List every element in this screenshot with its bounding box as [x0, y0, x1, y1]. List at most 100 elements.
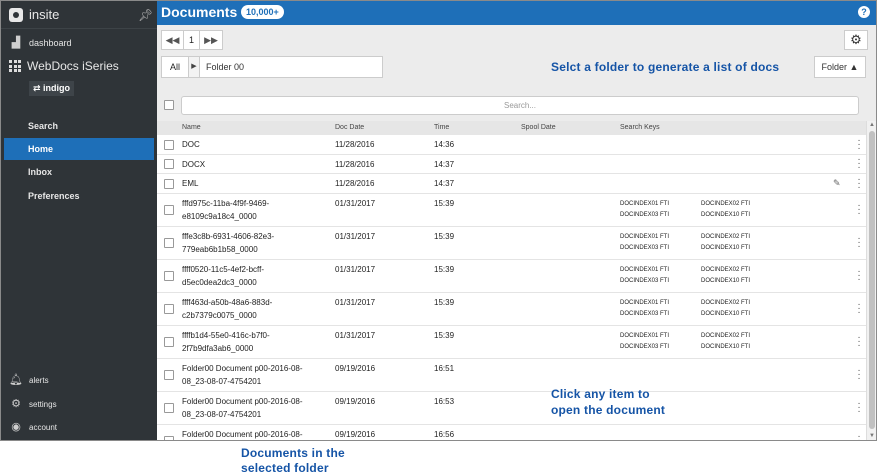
document-name: 08_23-08-07-4754201	[182, 441, 261, 442]
sidebar-item-label: dashboard	[29, 38, 72, 48]
sidebar: insite 📌︎ ▟ dashboard WebDocs iSeries ⇄ …	[1, 1, 157, 440]
row-menu-icon[interactable]: ···	[856, 135, 862, 153]
search-input[interactable]: Search...	[181, 96, 859, 115]
sidebar-item-account[interactable]: ◉ account	[1, 421, 57, 433]
row-checkbox[interactable]	[164, 238, 174, 248]
next-page-button[interactable]: ▶▶	[200, 31, 222, 49]
search-key: DOCINDEX03 FTI	[620, 244, 670, 251]
table-row[interactable]: fffd975c-11ba-4f9f-9469- e8109c9a18c4_000…	[157, 194, 866, 227]
sidebar-item-inbox[interactable]: Inbox	[4, 161, 154, 183]
row-menu-icon[interactable]: ···	[856, 432, 862, 441]
all-filter-button[interactable]: All	[161, 56, 189, 78]
sidebar-item-search[interactable]: Search	[4, 115, 154, 137]
table-row[interactable]: ffffb1d4-55e0-416c-b7f0- 2f7b9dfa3ab6_000…	[157, 326, 866, 359]
table-row[interactable]: Folder00 Document p00-2016-08- 08_23-08-0…	[157, 359, 866, 392]
help-icon[interactable]: ?	[858, 6, 870, 18]
table-row[interactable]: ffff0520-11c5-4ef2-bcff-d5ec0dea2dc3_000…	[157, 260, 866, 293]
row-checkbox[interactable]	[164, 139, 174, 150]
row-checkbox[interactable]	[164, 271, 174, 281]
doc-date: 09/19/2016	[335, 429, 376, 439]
row-menu-icon[interactable]: ···	[856, 300, 862, 318]
sidebar-app-webdocs[interactable]: WebDocs iSeries	[1, 59, 119, 73]
edit-icon[interactable]: ✎	[833, 178, 841, 189]
document-name: d5ec0dea2dc3_0000	[182, 277, 257, 287]
search-key: DOCINDEX01 FTI	[620, 233, 670, 240]
document-name: ffff463d-a50b-48a6-883d-	[182, 297, 273, 307]
user-icon: ◉	[11, 421, 21, 433]
search-key: DOCINDEX02 FTI	[701, 266, 751, 273]
column-header-time[interactable]: Time	[434, 124, 449, 131]
doc-date: 01/31/2017	[335, 297, 376, 307]
scroll-up-icon[interactable]: ▲	[869, 122, 875, 128]
row-checkbox[interactable]	[164, 436, 174, 440]
sidebar-item-alerts[interactable]: 🔔︎ alerts	[1, 374, 49, 386]
gear-icon: ⚙	[850, 32, 862, 47]
search-key: DOCINDEX02 FTI	[701, 299, 751, 306]
doc-date: 09/19/2016	[335, 396, 376, 406]
column-header-spool-date[interactable]: Spool Date	[521, 124, 556, 131]
previous-page-button[interactable]: ◀◀	[162, 31, 184, 49]
table-scrollbar[interactable]: ▲ ▼	[866, 121, 876, 440]
app-window: insite 📌︎ ▟ dashboard WebDocs iSeries ⇄ …	[0, 0, 877, 441]
documents-table: Name Doc Date Time Spool Date Search Key…	[157, 121, 866, 442]
search-key: DOCINDEX01 FTI	[620, 200, 670, 207]
table-row[interactable]: Folder00 Document p00-2016-08- 08_23-08-0…	[157, 392, 866, 425]
folder-path-field[interactable]: Folder 00	[199, 56, 383, 78]
row-menu-icon[interactable]: ···	[856, 267, 862, 285]
row-menu-icon[interactable]: ···	[856, 366, 862, 384]
row-checkbox[interactable]	[164, 304, 174, 314]
table-row[interactable]: DOC 11/28/2016 14:36 · · ·	[157, 135, 866, 155]
insite-logo-icon	[9, 7, 23, 22]
doc-date: 01/31/2017	[335, 264, 376, 274]
profile-switch-button[interactable]: ⇄ indigo	[29, 81, 75, 96]
column-header-name[interactable]: Name	[182, 124, 201, 131]
annotation-documents-line2: selected folder	[241, 461, 329, 475]
time: 15:39	[434, 297, 455, 307]
pin-icon[interactable]: 📌︎	[138, 8, 153, 22]
scrollbar-thumb[interactable]	[869, 131, 875, 429]
page-number: 1	[184, 31, 200, 49]
table-row[interactable]: Folder00 Document p00-2016-08- 08_23-08-0…	[157, 425, 866, 442]
gear-icon: ⚙	[11, 398, 21, 410]
page-header: Documents 10,000+ ?	[157, 1, 876, 25]
row-checkbox[interactable]	[164, 159, 174, 170]
table-row[interactable]: DOCX 11/28/2016 14:37 · · ·	[157, 155, 866, 174]
row-checkbox[interactable]	[164, 205, 174, 215]
table-row[interactable]: EML 11/28/2016 14:37 ✎ · · ·	[157, 174, 866, 194]
doc-date: 01/31/2017	[335, 231, 376, 241]
time: 15:39	[434, 198, 455, 208]
app-name: WebDocs iSeries	[27, 59, 119, 73]
table-row[interactable]: fffe3c8b-6931-4606-82e3- 779eab6b1b58_000…	[157, 227, 866, 260]
row-menu-icon[interactable]: ···	[856, 155, 862, 173]
time: 14:37	[434, 179, 455, 189]
doc-date: 11/28/2016	[335, 140, 375, 150]
row-checkbox[interactable]	[164, 370, 174, 380]
search-key: DOCINDEX10 FTI	[701, 343, 751, 350]
row-menu-icon[interactable]: ···	[856, 201, 862, 219]
document-name: DOCX	[182, 159, 206, 169]
sidebar-item-preferences[interactable]: Preferences	[4, 185, 154, 207]
row-checkbox[interactable]	[164, 337, 174, 347]
table-row[interactable]: ffff463d-a50b-48a6-883d-c2b7379c0075_000…	[157, 293, 866, 326]
sidebar-item-settings[interactable]: ⚙ settings	[1, 398, 57, 410]
sidebar-item-dashboard[interactable]: ▟ dashboard	[1, 37, 72, 49]
row-menu-icon[interactable]: ···	[856, 234, 862, 252]
folder-dropdown-button[interactable]: Folder ▲	[814, 56, 866, 78]
search-key: DOCINDEX03 FTI	[620, 211, 670, 218]
row-checkbox[interactable]	[164, 403, 174, 413]
scroll-down-icon[interactable]: ▼	[869, 433, 875, 439]
apps-grid-icon	[9, 60, 21, 72]
search-key: DOCINDEX10 FTI	[701, 310, 751, 317]
table-header: Name Doc Date Time Spool Date Search Key…	[157, 121, 866, 135]
row-menu-icon[interactable]: ···	[856, 174, 862, 192]
row-checkbox[interactable]	[164, 178, 174, 189]
select-all-checkbox[interactable]	[164, 100, 174, 110]
row-menu-icon[interactable]: ···	[856, 399, 862, 417]
chevron-right-icon[interactable]: ▶	[189, 56, 199, 78]
column-header-doc-date[interactable]: Doc Date	[335, 124, 364, 131]
column-header-search-keys[interactable]: Search Keys	[620, 124, 660, 131]
row-menu-icon[interactable]: ···	[856, 333, 862, 351]
doc-date: 09/19/2016	[335, 363, 376, 373]
settings-button[interactable]: ⚙	[844, 30, 868, 50]
sidebar-item-home[interactable]: Home	[4, 138, 154, 160]
